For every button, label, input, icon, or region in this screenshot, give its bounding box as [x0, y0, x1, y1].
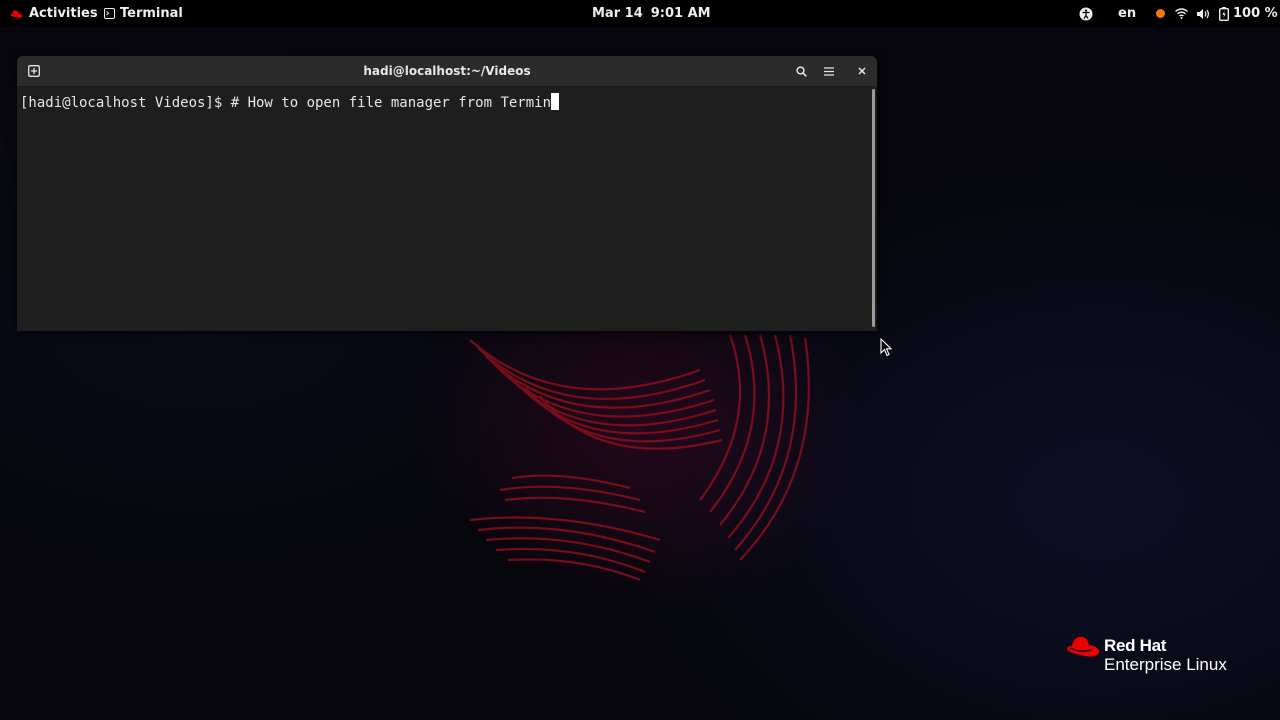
app-menu-button[interactable]: Terminal — [104, 0, 183, 27]
system-menu-wifi[interactable] — [1175, 0, 1188, 27]
language-indicator[interactable]: en — [1118, 0, 1136, 27]
clock-time: 9:01 AM — [650, 6, 711, 21]
redhat-hat-icon — [1067, 636, 1099, 657]
window-title: hadi@localhost:~/Videos — [363, 64, 531, 78]
search-button[interactable] — [789, 60, 813, 82]
close-icon — [858, 67, 866, 75]
command-text: # How to open file manager from Termin — [230, 95, 552, 111]
new-tab-icon — [28, 65, 40, 77]
app-menu-label: Terminal — [120, 6, 183, 21]
notification-indicator[interactable] — [1156, 0, 1165, 27]
terminal-titlebar[interactable]: hadi@localhost:~/Videos — [17, 56, 877, 87]
terminal-window[interactable]: hadi@localhost:~/Videos [hadi@localhost … — [17, 56, 877, 331]
terminal-line: [hadi@localhost Videos]$ # How to open f… — [20, 93, 560, 112]
accessibility-icon — [1079, 7, 1093, 20]
menu-button[interactable] — [817, 60, 841, 82]
system-menu-battery[interactable]: 100 % — [1219, 0, 1278, 27]
battery-icon — [1219, 6, 1229, 21]
activities-button[interactable]: Activities — [10, 0, 98, 27]
clock-date: Mar 14 — [592, 6, 643, 21]
desktop: Activities Terminal Mar 14 9:01 AM en 10… — [0, 0, 1280, 720]
text-cursor — [551, 93, 560, 110]
accessibility-menu[interactable] — [1079, 0, 1093, 27]
wifi-icon — [1175, 8, 1188, 19]
close-button[interactable] — [850, 60, 874, 82]
mouse-pointer-icon — [880, 338, 892, 357]
notification-dot-icon — [1156, 9, 1165, 18]
battery-label: 100 % — [1233, 6, 1278, 21]
clock-button[interactable]: Mar 14 9:01 AM — [592, 0, 711, 27]
scrollbar-thumb[interactable] — [872, 89, 875, 327]
brand-name: Red Hat — [1104, 636, 1167, 655]
redhat-hat-icon — [10, 9, 23, 18]
activities-label: Activities — [29, 6, 98, 21]
terminal-scrollbar[interactable] — [870, 87, 877, 331]
shell-prompt: [hadi@localhost Videos]$ — [20, 95, 231, 111]
product-name: Enterprise Linux — [1104, 655, 1227, 674]
hamburger-menu-icon — [824, 66, 834, 76]
volume-icon — [1197, 8, 1209, 19]
system-menu-volume[interactable] — [1196, 0, 1210, 27]
terminal-content[interactable]: [hadi@localhost Videos]$ # How to open f… — [17, 87, 869, 331]
language-label: en — [1118, 6, 1137, 21]
top-bar: Activities Terminal Mar 14 9:01 AM en 10… — [0, 0, 1280, 27]
redhat-logo: Red Hat Enterprise Linux — [1066, 634, 1256, 680]
terminal-icon — [104, 8, 115, 19]
new-tab-button[interactable] — [22, 60, 46, 82]
search-icon — [795, 65, 807, 77]
